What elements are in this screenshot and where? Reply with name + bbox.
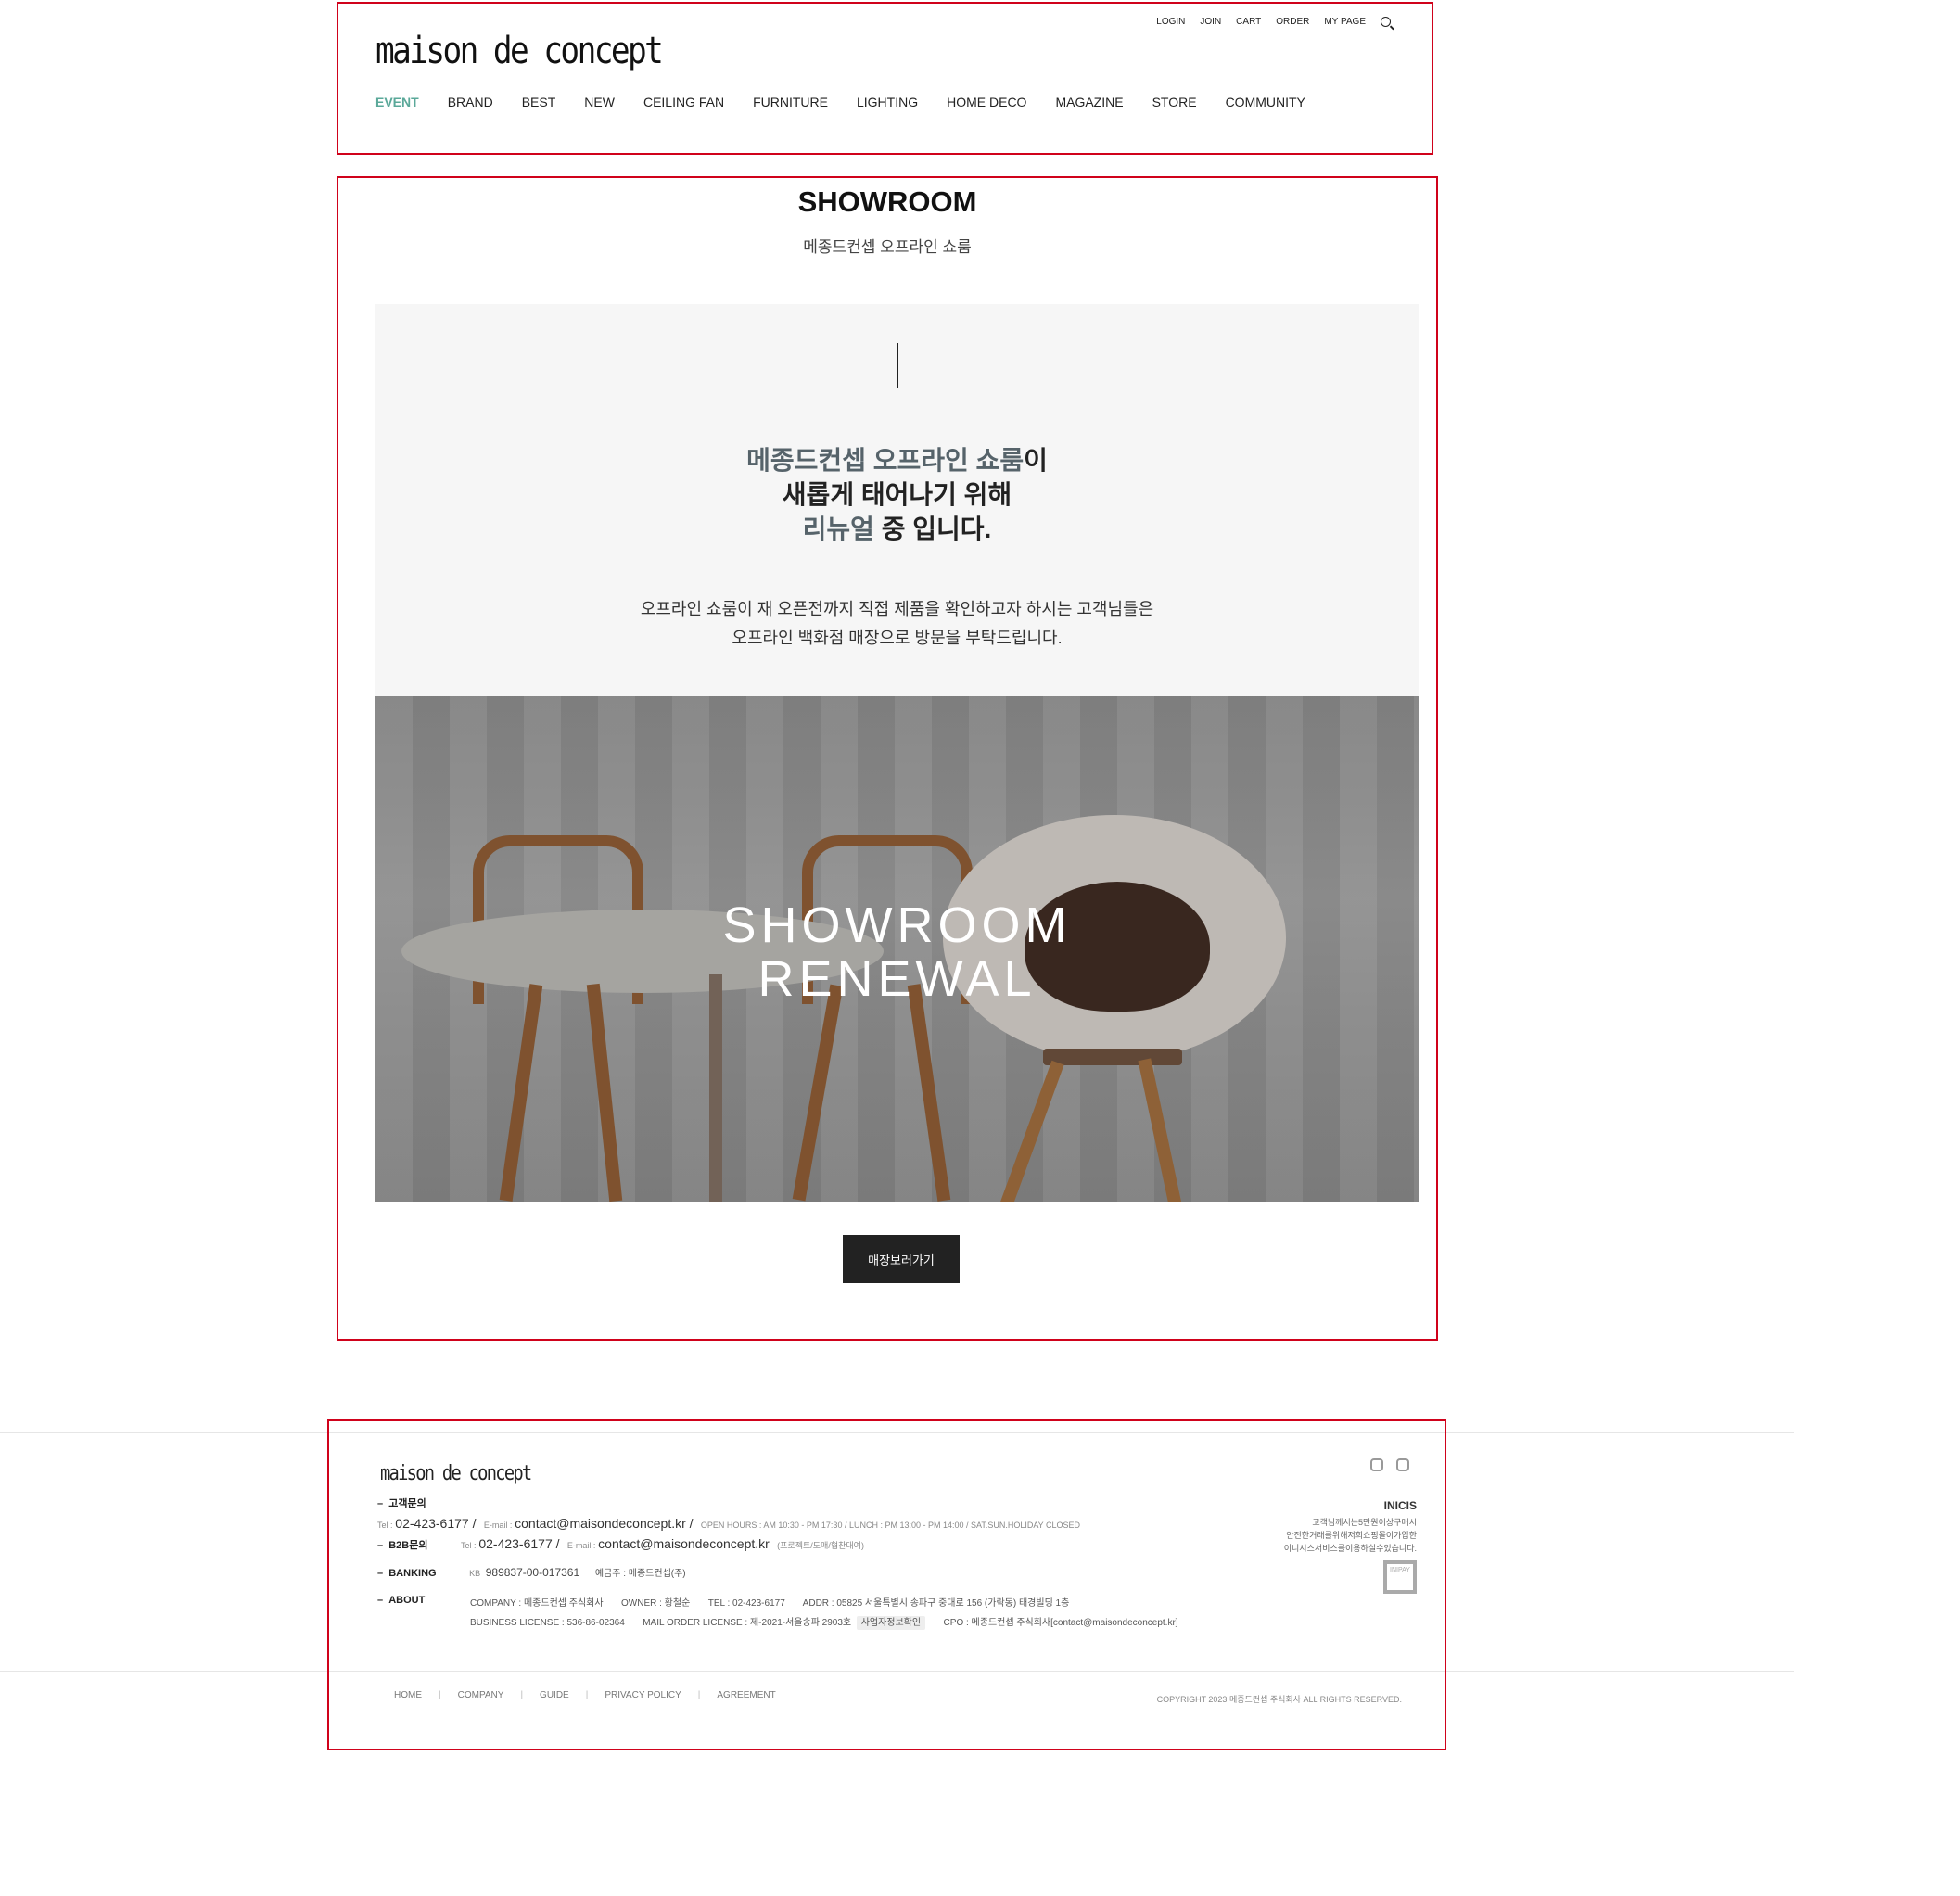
- mail-order-license: MAIL ORDER LICENSE : 제-2021-서울송파 2903호: [643, 1618, 852, 1628]
- nav-lighting[interactable]: LIGHTING: [857, 95, 918, 109]
- b2b-email[interactable]: contact@maisondeconcept.kr: [598, 1536, 770, 1551]
- headline-highlight-renewal: 리뉴얼: [802, 515, 874, 543]
- footer-link-company[interactable]: COMPANY: [458, 1690, 504, 1700]
- nav-event[interactable]: EVENT: [375, 95, 419, 109]
- b2b-tel: 02-423-6177 /: [478, 1536, 560, 1551]
- page-title: SHOWROOM: [797, 185, 977, 218]
- nav-magazine[interactable]: MAGAZINE: [1055, 95, 1123, 109]
- mypage-link[interactable]: MY PAGE: [1324, 17, 1366, 27]
- top-links: LOGIN JOIN CART ORDER MY PAGE: [1156, 17, 1391, 27]
- link-separator: |: [439, 1690, 441, 1700]
- nav-new[interactable]: NEW: [584, 95, 615, 109]
- business-license: BUSINESS LICENSE : 536-86-02364: [470, 1618, 625, 1628]
- cs-tel: 02-423-6177 /: [395, 1516, 477, 1531]
- cpo-info: CPO : 메종드컨셉 주식회사[contact@maisondeconcept…: [943, 1618, 1178, 1628]
- b2b-dash: –: [377, 1540, 389, 1551]
- link-separator: |: [585, 1690, 589, 1700]
- nav-store[interactable]: STORE: [1152, 95, 1197, 109]
- site-header: maison de concept LOGIN JOIN CART ORDER …: [337, 2, 1433, 155]
- link-separator: |: [697, 1690, 701, 1700]
- site-logo[interactable]: maison de concept: [375, 30, 664, 72]
- sns-links: [1370, 1458, 1409, 1471]
- headline-particle: 이: [1024, 446, 1048, 475]
- cart-link[interactable]: CART: [1236, 17, 1261, 27]
- footer-link-home[interactable]: HOME: [394, 1690, 422, 1700]
- main-nav: EVENT BRAND BEST NEW CEILING FAN FURNITU…: [375, 95, 1334, 109]
- address-info: ADDR : 05825 서울특별시 송파구 중대로 156 (가락동) 태경빌…: [802, 1598, 1070, 1609]
- about-tel: TEL : 02-423-6177: [707, 1598, 785, 1609]
- showroom-photo: SHOWROOM RENEWAL: [375, 696, 1419, 1202]
- business-check-button[interactable]: 사업자정보확인: [856, 1616, 926, 1630]
- blog-icon[interactable]: [1396, 1458, 1409, 1471]
- instagram-icon[interactable]: [1370, 1458, 1383, 1471]
- footer-logo[interactable]: maison de concept: [380, 1462, 532, 1485]
- nav-best[interactable]: BEST: [522, 95, 556, 109]
- account-number: 989837-00-017361: [485, 1566, 580, 1579]
- login-link[interactable]: LOGIN: [1156, 17, 1185, 27]
- renewal-headline: 메종드컨셉 오프라인 쇼룸이 새롭게 태어나기 위해 리뉴얼 중 입니다.: [375, 443, 1419, 546]
- about-row: – ABOUT: [377, 1595, 425, 1606]
- page-subtitle: 메종드컨셉 오프라인 쇼룸: [803, 238, 972, 256]
- owner-info: OWNER : 황철순: [621, 1598, 691, 1609]
- banking-row: – BANKING KB 989837-00-017361 예금주 : 메종드컨…: [377, 1565, 686, 1579]
- cs-contact-row: Tel : 02-423-6177 / E-mail : contact@mai…: [377, 1516, 1080, 1531]
- cs-label: 고객문의: [388, 1498, 426, 1509]
- join-link[interactable]: JOIN: [1200, 17, 1221, 27]
- b2b-row: – B2B문의 Tel : 02-423-6177 / E-mail : con…: [377, 1536, 864, 1552]
- divider-line: [897, 343, 898, 388]
- footer-links: HOME | COMPANY | GUIDE | PRIVACY POLICY | AG…: [394, 1690, 776, 1700]
- cs-row: – 고객문의: [377, 1495, 426, 1510]
- bank-name: KB: [469, 1569, 481, 1578]
- nav-home-deco[interactable]: HOME DECO: [947, 95, 1026, 109]
- inicis-line-3: 이니시스서비스를이용하실수있습니다.: [1283, 1544, 1417, 1553]
- footer-link-privacy[interactable]: PRIVACY POLICY: [605, 1690, 681, 1700]
- headline-highlight: 메종드컨셉 오프라인 쇼룸: [746, 446, 1025, 475]
- cs-label-dash: –: [377, 1498, 389, 1509]
- visit-store-button[interactable]: 매장보러가기: [843, 1235, 960, 1283]
- nav-furniture[interactable]: FURNITURE: [753, 95, 828, 109]
- b2b-label: B2B문의: [388, 1540, 428, 1551]
- footer-link-agreement[interactable]: AGREEMENT: [717, 1690, 775, 1700]
- photo-caption-line-2: RENEWAL: [757, 951, 1037, 1007]
- nav-ceiling-fan[interactable]: CEILING FAN: [643, 95, 724, 109]
- open-hours: OPEN HOURS : AM 10:30 - PM 17:30 / LUNCH…: [700, 1521, 1081, 1530]
- about-info-2: BUSINESS LICENSE : 536-86-02364 MAIL ORD…: [470, 1614, 1178, 1630]
- photo-caption: SHOWROOM RENEWAL: [375, 898, 1419, 1006]
- about-label: ABOUT: [388, 1595, 426, 1606]
- company-info: COMPANY : 메종드컨셉 주식회사: [470, 1598, 604, 1609]
- inicis-title: INICIS: [1383, 1499, 1417, 1512]
- inicis-info: INICIS 고객님께서는5만원이상구매시 안전한거래를위해저희쇼핑몰이가입한 …: [1231, 1499, 1417, 1594]
- desc-line-2: 오프라인 백화점 매장으로 방문을 부탁드립니다.: [732, 629, 1063, 647]
- b2b-tel-label: Tel :: [461, 1541, 477, 1550]
- showroom-section: SHOWROOM 메종드컨셉 오프라인 쇼룸 메종드컨셉 오프라인 쇼룸이 새롭…: [337, 176, 1438, 1341]
- copyright: COPYRIGHT 2023 메종드컨셉 주식회사 ALL RIGHTS RES…: [1156, 1695, 1402, 1704]
- notice-box: 메종드컨셉 오프라인 쇼룸이 새롭게 태어나기 위해 리뉴얼 중 입니다. 오프…: [375, 304, 1419, 696]
- headline-line-3: 중 입니다.: [873, 515, 992, 543]
- inicis-line-1: 고객님께서는5만원이상구매시: [1312, 1518, 1417, 1527]
- nav-brand[interactable]: BRAND: [448, 95, 493, 109]
- inipay-badge[interactable]: INIPAY: [1383, 1560, 1417, 1594]
- headline-line-2: 새롭게 태어나기 위해: [782, 480, 1012, 509]
- photo-caption-line-1: SHOWROOM: [722, 897, 1072, 953]
- inicis-line-2: 안전한거래를위해저희쇼핑몰이가입한: [1286, 1531, 1417, 1540]
- notice-description: 오프라인 쇼룸이 재 오픈전까지 직접 제품을 확인하고자 하시는 고객님들은 …: [375, 595, 1419, 653]
- link-separator: |: [520, 1690, 524, 1700]
- email-label: E-mail :: [483, 1521, 513, 1530]
- footer-link-guide[interactable]: GUIDE: [540, 1690, 569, 1700]
- cs-email[interactable]: contact@maisondeconcept.kr /: [515, 1516, 693, 1531]
- order-link[interactable]: ORDER: [1276, 17, 1309, 27]
- tel-label: Tel :: [377, 1521, 393, 1530]
- site-footer: maison de concept – 고객문의 Tel : 02-423-61…: [327, 1419, 1446, 1750]
- search-icon[interactable]: [1381, 17, 1391, 27]
- b2b-email-label: E-mail :: [566, 1541, 596, 1550]
- about-info-1: COMPANY : 메종드컨셉 주식회사 OWNER : 황철순 TEL : 0…: [470, 1595, 1069, 1609]
- banking-dash: –: [377, 1568, 389, 1579]
- about-dash: –: [377, 1595, 389, 1606]
- banking-label: BANKING: [388, 1568, 437, 1579]
- b2b-note: (프로젝트/도매/협찬대여): [777, 1541, 864, 1550]
- account-holder: 예금주 : 메종드컨셉(주): [594, 1569, 686, 1579]
- desc-line-1: 오프라인 쇼룸이 재 오픈전까지 직접 제품을 확인하고자 하시는 고객님들은: [640, 600, 1154, 618]
- nav-community[interactable]: COMMUNITY: [1226, 95, 1305, 109]
